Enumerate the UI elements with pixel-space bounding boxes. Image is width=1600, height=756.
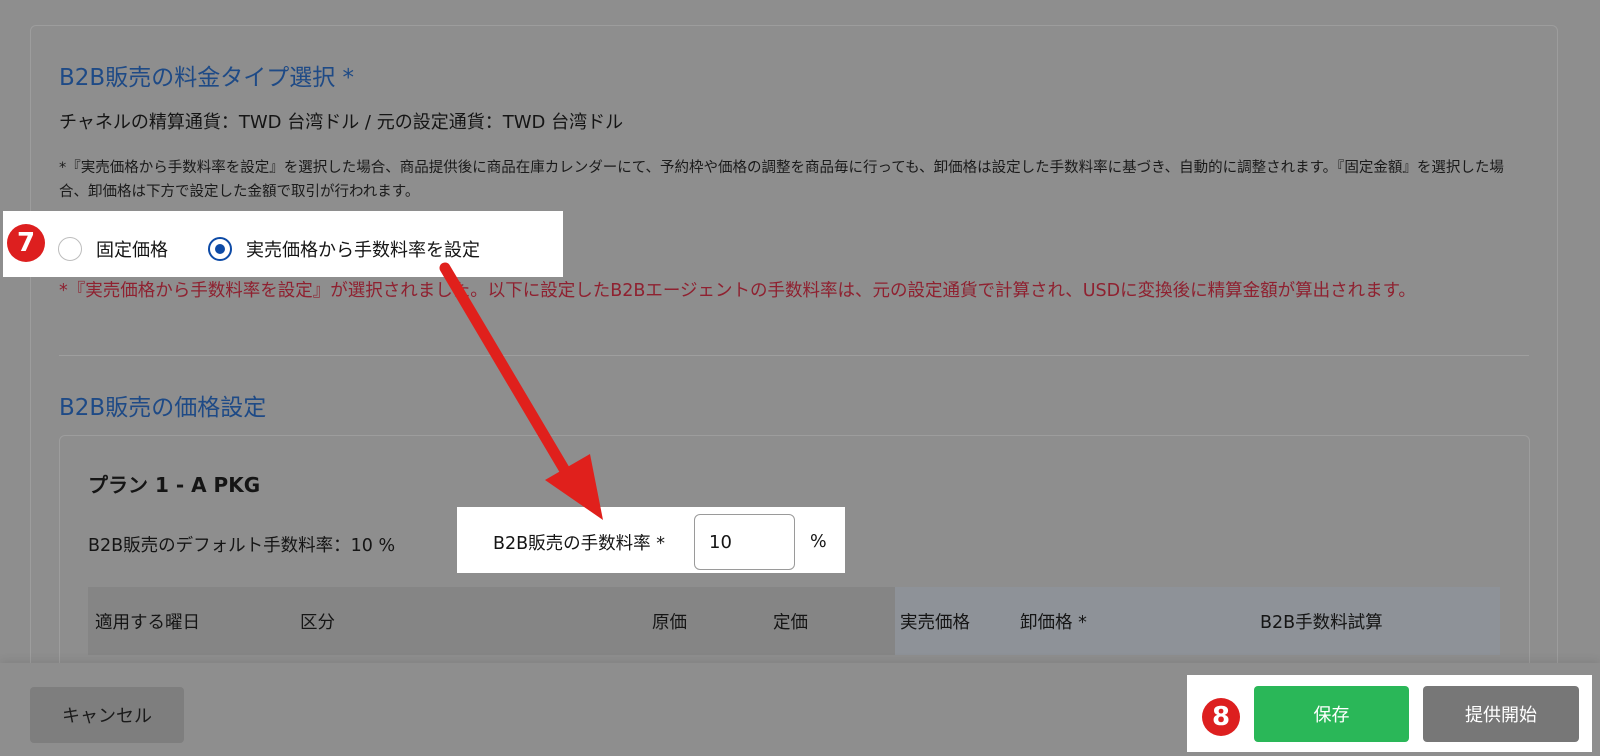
save-button[interactable]: 保存: [1254, 686, 1409, 742]
price-settings-title: B2B販売の価格設定: [59, 395, 267, 421]
commission-rate-unit: %: [810, 532, 827, 552]
col-b2b-commission: B2B手数料試算: [1260, 613, 1383, 633]
price-table-header: 適用する曜日 区分 原価 定価 実売価格 卸価格 * B2B手数料試算: [88, 587, 1500, 655]
radio-commission-rate-label: 実売価格から手数料率を設定: [246, 240, 480, 261]
plan-title: プラン 1 - A PKG: [88, 473, 261, 497]
col-wholesale-price: 卸価格 *: [1020, 613, 1087, 633]
pricing-type-title: B2B販売の料金タイプ選択 *: [59, 65, 355, 91]
cancel-button[interactable]: キャンセル: [30, 687, 184, 743]
col-list-price: 定価: [773, 613, 808, 633]
radio-fixed-price-circle[interactable]: [58, 237, 82, 261]
section-divider: [59, 355, 1529, 356]
commission-rate-label: B2B販売の手数料率 *: [493, 534, 665, 554]
step-7-badge: 7: [7, 224, 45, 262]
pricing-type-radio-group: 固定価格 実売価格から手数料率を設定: [58, 236, 520, 262]
col-cost: 原価: [652, 613, 687, 633]
commission-rate-input[interactable]: [694, 514, 795, 570]
selection-warning: *『実売価格から手数料率を設定』が選択されました。以下に設定したB2Bエージェン…: [59, 281, 1416, 301]
pricing-note: *『実売価格から手数料率を設定』を選択した場合、商品提供後に商品在庫カレンダーに…: [59, 160, 1504, 200]
header-highlight-band: [895, 587, 1500, 655]
default-commission-rate: B2B販売のデフォルト手数料率：10 %: [88, 536, 396, 556]
radio-fixed-price[interactable]: 固定価格: [58, 236, 168, 262]
radio-commission-rate-circle[interactable]: [208, 237, 232, 261]
currency-info: チャネルの精算通貨：TWD 台湾ドル / 元の設定通貨：TWD 台湾ドル: [59, 112, 624, 133]
col-selling-price: 実売価格: [900, 613, 970, 633]
step-8-badge: 8: [1202, 698, 1240, 736]
radio-fixed-price-label: 固定価格: [96, 240, 168, 261]
col-weekday: 適用する曜日: [95, 613, 200, 633]
radio-commission-rate[interactable]: 実売価格から手数料率を設定: [208, 236, 480, 262]
col-category: 区分: [300, 613, 335, 633]
start-offering-button[interactable]: 提供開始: [1423, 686, 1579, 742]
